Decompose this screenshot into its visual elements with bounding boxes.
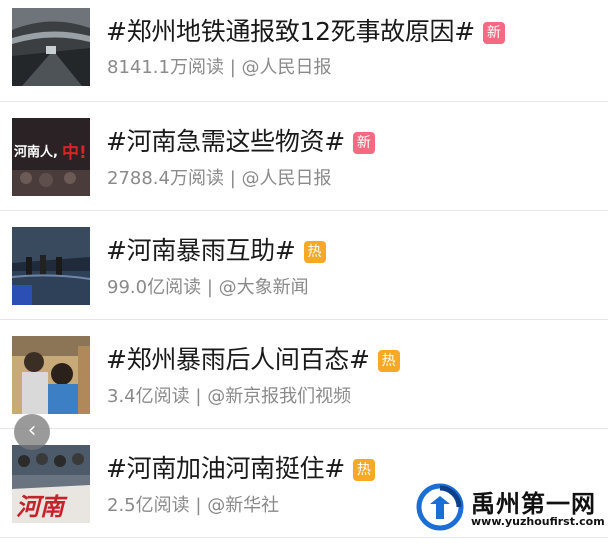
people-on-subway-image[interactable] <box>12 336 90 414</box>
watermark-name: 禹州第一网 <box>471 490 596 518</box>
topic-row[interactable]: 河南人, 中! #河南急需这些物资# 新 2788.4万阅读 | @人民日报 <box>0 102 608 211</box>
separator: | <box>195 495 202 516</box>
topic-title[interactable]: #郑州地铁通报致12死事故原因# 新 <box>106 17 505 47</box>
topic-title[interactable]: #河南暴雨互助# 热 <box>106 236 326 266</box>
watermark-url: www.yuzhoufirst.com <box>471 515 605 528</box>
separator: | <box>229 57 236 78</box>
hot-badge: 热 <box>303 241 326 263</box>
topic-title[interactable]: #郑州暴雨后人间百态# 热 <box>106 345 400 375</box>
read-count: 2.5亿阅读 <box>107 495 190 516</box>
rescue-crowd-image[interactable]: 河南 <box>12 445 90 523</box>
read-count: 2788.4万阅读 <box>107 168 224 189</box>
topic-meta: 2788.4万阅读 | @人民日报 <box>107 168 332 190</box>
source-link[interactable]: @大象新闻 <box>219 277 309 298</box>
read-count: 3.4亿阅读 <box>107 386 190 407</box>
topic-row[interactable]: #郑州暴雨后人间百态# 热 3.4亿阅读 | @新京报我们视频 <box>0 320 608 429</box>
topic-meta: 3.4亿阅读 | @新京报我们视频 <box>107 386 351 408</box>
topic-list: #郑州地铁通报致12死事故原因# 新 8141.1万阅读 | @人民日报 河南人,… <box>0 0 608 538</box>
topic-row[interactable]: #河南暴雨互助# 热 99.0亿阅读 | @大象新闻 <box>0 211 608 320</box>
henan-poster-image[interactable]: 河南人, 中! <box>12 118 90 196</box>
topic-meta: 99.0亿阅读 | @大象新闻 <box>107 277 309 299</box>
watermark: 禹州第一网 www.yuzhoufirst.com <box>415 482 605 534</box>
source-link[interactable]: @新华社 <box>207 495 279 516</box>
topic-meta: 2.5亿阅读 | @新华社 <box>107 495 279 517</box>
poster-text: 河南人, <box>14 144 58 160</box>
source-link[interactable]: @人民日报 <box>242 57 332 78</box>
flooded-tunnel-image[interactable] <box>12 227 90 305</box>
topic-title[interactable]: #河南急需这些物资# 新 <box>106 127 375 157</box>
new-badge: 新 <box>352 132 375 154</box>
topic-title[interactable]: #河南加油河南挺住# 热 <box>106 454 375 484</box>
topic-row[interactable]: #郑州地铁通报致12死事故原因# 新 8141.1万阅读 | @人民日报 <box>0 0 608 102</box>
read-count: 8141.1万阅读 <box>107 57 224 78</box>
hot-badge: 热 <box>377 350 400 372</box>
separator: | <box>195 386 202 407</box>
source-link[interactable]: @人民日报 <box>242 168 332 189</box>
read-count: 99.0亿阅读 <box>107 277 202 298</box>
separator: | <box>206 277 213 298</box>
yuzhou-logo-icon <box>415 482 465 532</box>
new-badge: 新 <box>482 22 505 44</box>
topic-meta: 8141.1万阅读 | @人民日报 <box>107 57 332 79</box>
chevron-left-icon: ‹ <box>27 418 37 443</box>
separator: | <box>229 168 236 189</box>
poster-text: 河南 <box>16 492 68 521</box>
hot-badge: 热 <box>352 459 375 481</box>
back-button[interactable]: ‹ <box>14 414 50 450</box>
poster-text-red: 中! <box>62 142 87 163</box>
subway-tunnel-image[interactable] <box>12 8 90 86</box>
source-link[interactable]: @新京报我们视频 <box>207 386 351 407</box>
